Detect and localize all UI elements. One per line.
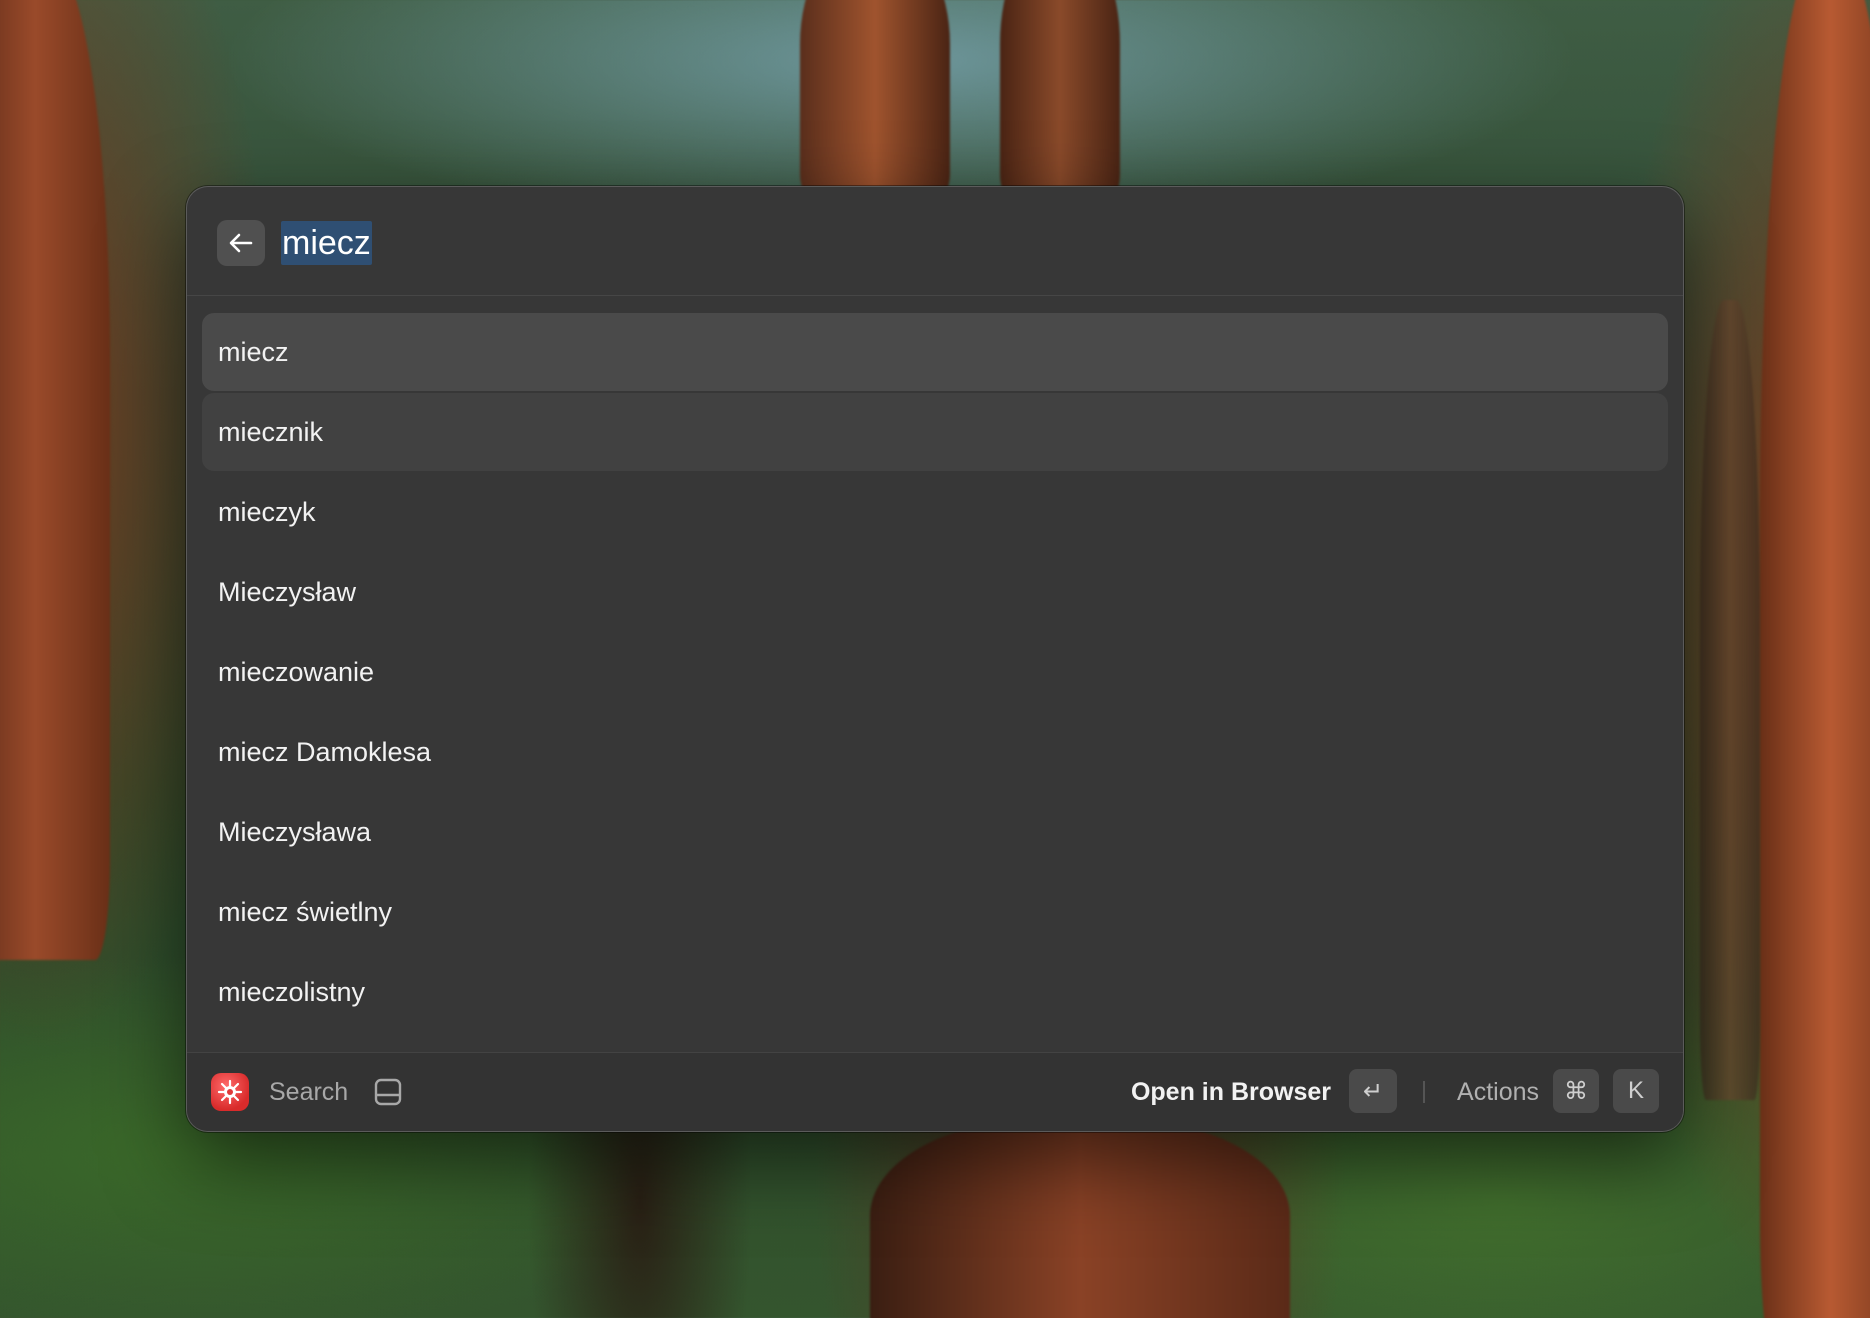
list-item-label: miecz Damoklesa	[218, 736, 432, 767]
search-header: miecz	[187, 187, 1683, 296]
search-input[interactable]: miecz	[281, 221, 372, 265]
list-item-label: miecznik	[218, 416, 324, 447]
tree-trunk	[1760, 0, 1870, 1318]
list-item-label: Mieczysława	[218, 816, 372, 847]
tree-trunk	[0, 0, 110, 960]
list-item-label: miecz świetlny	[218, 896, 393, 927]
list-item[interactable]: mieczolistny	[202, 953, 1668, 1031]
list-item[interactable]: miecznik	[202, 393, 1668, 471]
sparkle-icon	[217, 1079, 243, 1105]
list-item[interactable]: miecz świetlny	[202, 873, 1668, 951]
cmd-key-badge: ⌘	[1553, 1069, 1599, 1113]
list-item[interactable]: Mieczysław	[202, 553, 1668, 631]
list-item[interactable]: miecz	[202, 313, 1668, 391]
list-item[interactable]: mieczowanie	[202, 633, 1668, 711]
list-item-label: mieczolistny	[218, 976, 366, 1007]
actions-button[interactable]: Actions	[1457, 1073, 1539, 1111]
tree-trunk	[1700, 300, 1760, 1100]
open-in-browser-button[interactable]: Open in Browser	[1131, 1073, 1331, 1111]
list-item-label: mieczyk	[218, 496, 316, 527]
back-button[interactable]	[217, 220, 265, 266]
divider	[1423, 1081, 1425, 1103]
list-item[interactable]: miecz Damoklesa	[202, 713, 1668, 791]
list-item-label: miecz	[218, 336, 289, 367]
enter-key-badge: ↵	[1349, 1069, 1397, 1113]
tree-trunk	[800, 0, 950, 200]
tree-trunk	[1000, 0, 1120, 200]
extension-title: Search	[269, 1078, 349, 1106]
list-item-label: Mieczysław	[218, 576, 357, 607]
back-arrow-icon	[229, 233, 253, 253]
list-item-label: mieczowanie	[218, 656, 375, 687]
action-bar: Search Open in Browser ↵ Actions ⌘ K	[187, 1052, 1683, 1131]
results-list: miecz miecznik mieczyk Mieczysław mieczo…	[202, 313, 1668, 1033]
search-field[interactable]: miecz	[281, 217, 372, 269]
k-key-badge: K	[1613, 1069, 1659, 1113]
launcher-window: miecz miecz miecznik mieczyk Mieczysław …	[186, 186, 1684, 1132]
detail-panel-icon[interactable]	[373, 1077, 403, 1107]
tree-trunk	[870, 1120, 1290, 1318]
extension-icon	[211, 1073, 249, 1111]
list-item[interactable]: mieczyk	[202, 473, 1668, 551]
list-item[interactable]: Mieczysława	[202, 793, 1668, 871]
